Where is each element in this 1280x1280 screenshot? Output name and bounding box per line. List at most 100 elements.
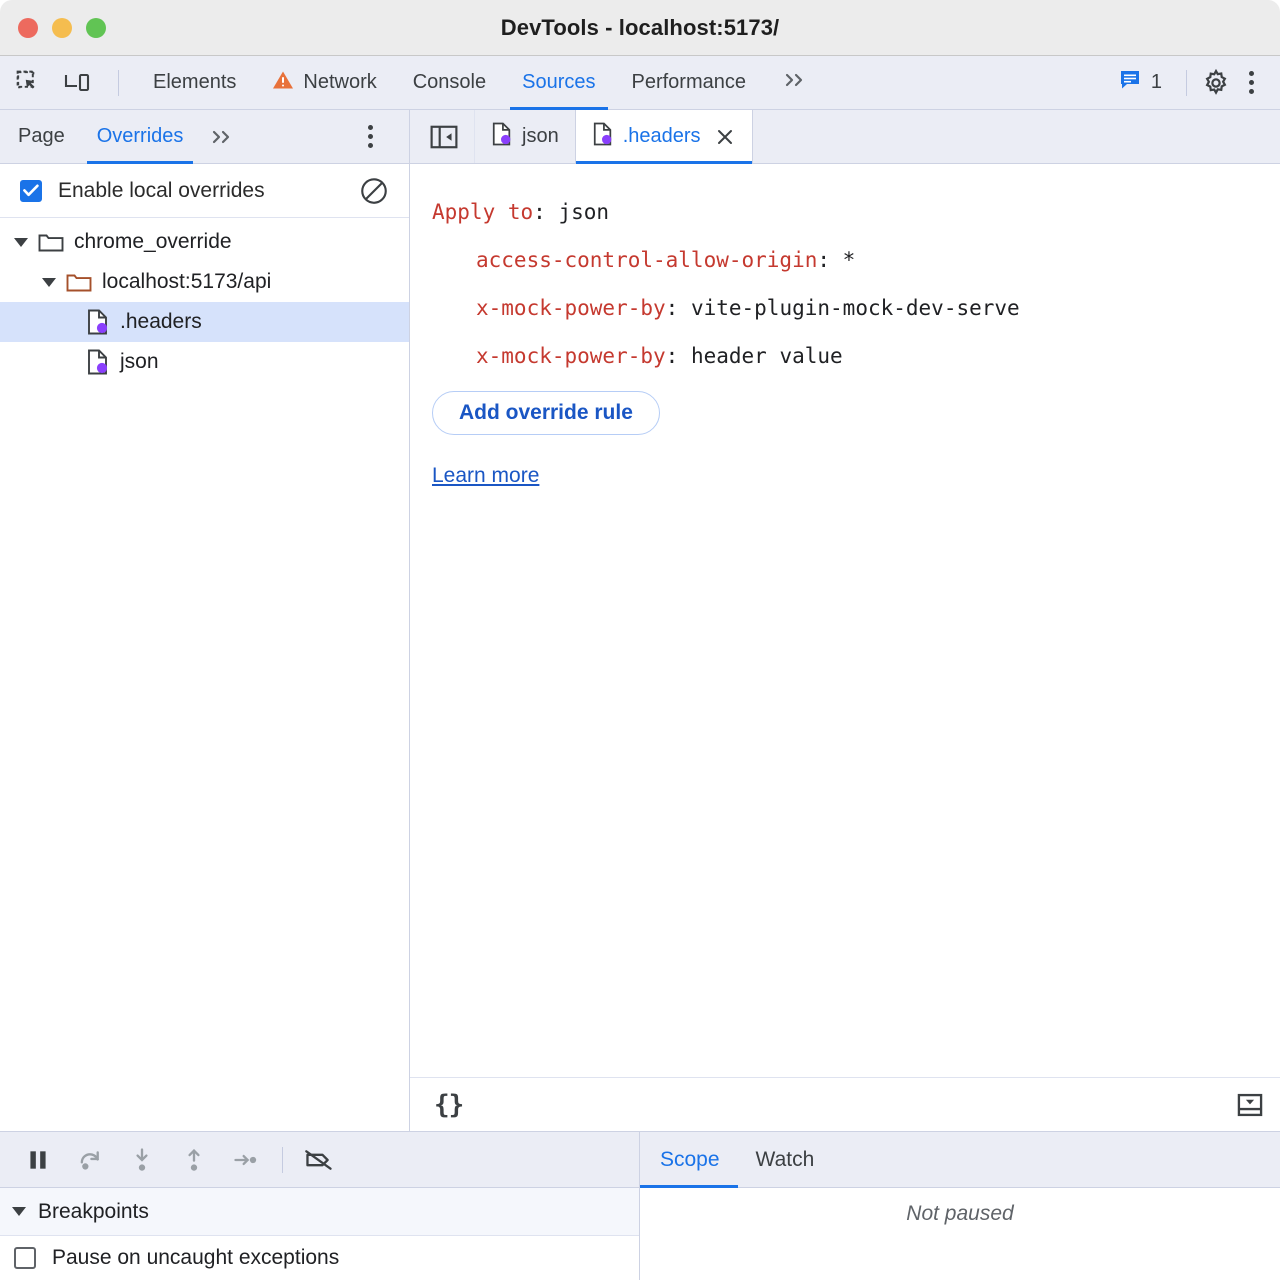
- folder-icon: [38, 231, 64, 253]
- clear-overrides-icon[interactable]: [359, 176, 389, 206]
- header-value[interactable]: *: [843, 248, 856, 272]
- tab-console[interactable]: Console: [395, 56, 504, 109]
- pretty-print-braces-icon[interactable]: {}: [434, 1090, 463, 1120]
- step-over-button[interactable]: [66, 1140, 114, 1180]
- show-navigator-icon[interactable]: [410, 110, 474, 163]
- header-key: Apply to: [432, 200, 533, 224]
- header-rule-line[interactable]: Apply to: json: [410, 188, 1280, 236]
- pause-on-uncaught-exceptions-row[interactable]: Pause on uncaught exceptions: [0, 1236, 639, 1270]
- header-rule-line[interactable]: x-mock-power-by: header value: [410, 332, 1280, 380]
- kebab-menu-icon[interactable]: [1237, 63, 1266, 102]
- tree-file-headers[interactable]: .headers: [0, 302, 409, 342]
- chevron-double-right-icon: [782, 70, 808, 96]
- deactivate-breakpoints-button[interactable]: [295, 1140, 343, 1180]
- breakpoints-title: Breakpoints: [38, 1200, 149, 1224]
- header-key[interactable]: x-mock-power-by: [476, 344, 666, 368]
- header-rule-line[interactable]: x-mock-power-by: vite-plugin-mock-dev-se…: [410, 284, 1280, 332]
- navigator-tab-overrides[interactable]: Overrides: [81, 110, 200, 163]
- pause-script-button[interactable]: [14, 1140, 62, 1180]
- header-sep: :: [533, 200, 558, 224]
- learn-more-link[interactable]: Learn more: [432, 452, 539, 500]
- debugger-drawer: Breakpoints Pause on uncaught exceptions…: [0, 1132, 1280, 1280]
- scope-watch-tab-list: Scope Watch: [640, 1132, 1280, 1188]
- enable-local-overrides-row[interactable]: Enable local overrides: [0, 164, 409, 218]
- pause-on-uncaught-exceptions-checkbox[interactable]: [14, 1247, 36, 1269]
- header-key[interactable]: access-control-allow-origin: [476, 248, 817, 272]
- devtools-window: DevTools - localhost:5173/ Elemen: [0, 0, 1280, 1280]
- tab-watch-label: Watch: [756, 1148, 815, 1172]
- message-icon: [1120, 70, 1142, 95]
- file-override-icon: [491, 122, 513, 152]
- debugger-divider: [282, 1147, 283, 1173]
- toolbar-right-icons: 1: [1110, 56, 1280, 109]
- editor-tab-json[interactable]: json: [474, 110, 575, 163]
- step-button[interactable]: [222, 1140, 270, 1180]
- tree-folder-localhost-api[interactable]: localhost:5173/api: [0, 262, 409, 302]
- scope-watch-pane: Scope Watch Not paused: [640, 1132, 1280, 1280]
- file-override-icon: [86, 349, 110, 375]
- tab-elements[interactable]: Elements: [135, 56, 254, 109]
- minimize-window-button[interactable]: [52, 18, 72, 38]
- folder-icon: [66, 271, 92, 293]
- header-value[interactable]: json: [558, 200, 609, 224]
- message-count: 1: [1151, 71, 1162, 94]
- add-override-rule-row: Add override rule: [410, 380, 1280, 436]
- overrides-file-tree: chrome_override localhost:5173/api: [0, 218, 409, 1131]
- header-rule-line[interactable]: access-control-allow-origin: *: [410, 236, 1280, 284]
- tab-sources[interactable]: Sources: [504, 56, 613, 109]
- tree-item-label: chrome_override: [74, 230, 232, 254]
- chevron-down-icon[interactable]: [14, 238, 28, 247]
- main-tab-list: Elements Network Console Sources: [135, 56, 826, 109]
- tab-scope[interactable]: Scope: [640, 1132, 738, 1187]
- file-override-icon: [592, 122, 614, 152]
- editor-tab-headers[interactable]: .headers: [575, 110, 753, 163]
- tree-file-json[interactable]: json: [0, 342, 409, 382]
- devtools-main-toolbar: Elements Network Console Sources: [0, 56, 1280, 110]
- tab-watch[interactable]: Watch: [738, 1132, 833, 1187]
- dock-to-bottom-icon[interactable]: [1236, 1091, 1264, 1119]
- headers-editor-content[interactable]: Apply to: json access-control-allow-orig…: [410, 164, 1280, 1077]
- add-override-rule-button[interactable]: Add override rule: [432, 391, 660, 435]
- device-toolbar-icon[interactable]: [62, 68, 92, 98]
- file-override-icon: [86, 309, 110, 335]
- tree-folder-chrome-override[interactable]: chrome_override: [0, 222, 409, 262]
- tree-item-label: .headers: [120, 310, 202, 334]
- kebab-menu-icon: [356, 117, 385, 156]
- gear-icon[interactable]: [1201, 68, 1231, 98]
- breakpoints-section-header[interactable]: Breakpoints: [0, 1188, 639, 1236]
- window-titlebar: DevTools - localhost:5173/: [0, 0, 1280, 56]
- enable-local-overrides-checkbox[interactable]: [20, 180, 42, 202]
- debugger-controls-toolbar: [0, 1132, 639, 1188]
- toolbar-divider: [118, 70, 119, 96]
- tab-network-label: Network: [303, 71, 376, 94]
- navigator-pane: Page Overrides Enable local o: [0, 110, 410, 1131]
- header-key[interactable]: x-mock-power-by: [476, 296, 666, 320]
- step-out-button[interactable]: [170, 1140, 218, 1180]
- navigator-more-button[interactable]: [356, 110, 409, 163]
- pause-on-uncaught-exceptions-label: Pause on uncaught exceptions: [52, 1246, 339, 1270]
- main-tabs-overflow-button[interactable]: [764, 56, 826, 109]
- editor-pane: json .headers: [410, 110, 1280, 1131]
- enable-local-overrides-label: Enable local overrides: [58, 179, 265, 203]
- navigator-overflow-button[interactable]: [199, 110, 245, 163]
- tab-scope-label: Scope: [660, 1148, 720, 1172]
- maximize-window-button[interactable]: [86, 18, 106, 38]
- editor-tab-headers-label: .headers: [623, 125, 701, 148]
- tab-performance-label: Performance: [632, 71, 747, 94]
- header-value[interactable]: header value: [691, 344, 843, 368]
- navigator-tab-page[interactable]: Page: [0, 110, 81, 163]
- header-value[interactable]: vite-plugin-mock-dev-serve: [691, 296, 1020, 320]
- scope-empty-message: Not paused: [640, 1188, 1280, 1280]
- toolbar-divider-right: [1186, 70, 1187, 96]
- chevron-down-icon[interactable]: [42, 278, 56, 287]
- editor-tab-json-label: json: [522, 125, 559, 148]
- inspect-element-icon[interactable]: [14, 68, 44, 98]
- close-icon[interactable]: [714, 126, 736, 148]
- step-into-button[interactable]: [118, 1140, 166, 1180]
- close-window-button[interactable]: [18, 18, 38, 38]
- console-messages-badge[interactable]: 1: [1110, 70, 1172, 95]
- tree-item-label: json: [120, 350, 159, 374]
- editor-status-bar: {}: [410, 1077, 1280, 1131]
- tab-network[interactable]: Network: [254, 56, 394, 109]
- tab-performance[interactable]: Performance: [614, 56, 765, 109]
